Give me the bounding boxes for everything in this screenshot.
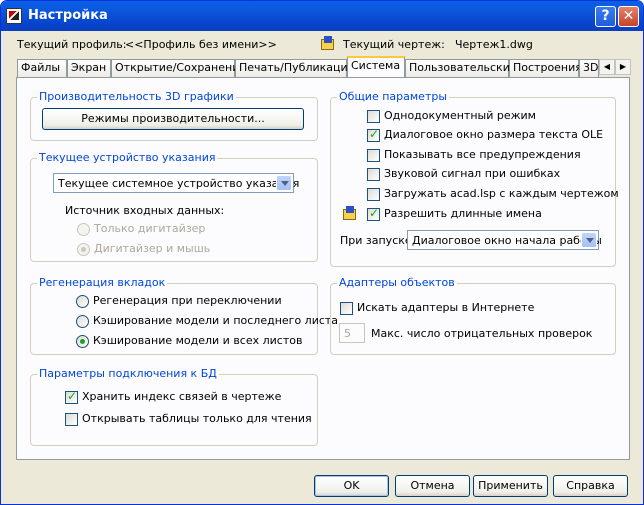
drawing-file-icon: [321, 36, 336, 51]
tab-scroll-left-icon[interactable]: ◀: [599, 59, 615, 75]
show-all-warnings-checkbox[interactable]: [367, 149, 380, 162]
load-acad-lsp-label: Загружать acad.lsp с каждым чертежом: [384, 187, 619, 200]
tab-open-save[interactable]: Открытие/Сохранение: [111, 59, 246, 77]
dialog-title: Настройка: [28, 8, 108, 23]
regen-on-switch-radio[interactable]: [76, 295, 89, 308]
ole-text-size-checkbox[interactable]: [367, 127, 380, 142]
tab-system[interactable]: Система: [347, 56, 405, 77]
startup-label: При запуске:: [340, 234, 416, 247]
ole-text-size-label: Диалоговое окно размера текста OLE: [384, 128, 604, 141]
input-source-label: Источник входных данных:: [65, 204, 225, 217]
single-document-checkbox[interactable]: [367, 110, 380, 123]
performance-settings-button[interactable]: Режимы производительности...: [42, 108, 304, 130]
tab-display[interactable]: Экран: [67, 59, 111, 77]
layout-regen-group-title: Регенерация вкладок: [37, 276, 168, 289]
title-bar[interactable]: Настройка ? ✕: [1, 1, 643, 31]
max-checks-label: Макс. число отрицательных проверок: [371, 327, 593, 340]
open-tables-readonly-checkbox[interactable]: [65, 413, 78, 426]
digitizer-only-radio[interactable]: [77, 223, 90, 236]
search-adapters-label: Искать адаптеры в Интернете: [357, 301, 535, 314]
show-all-warnings-label: Показывать все предупреждения: [384, 148, 581, 161]
object-adapters-group: Адаптеры объектов: [330, 276, 616, 355]
cache-model-all-layouts-label: Кэширование модели и всех листов: [93, 334, 303, 347]
help-button[interactable]: Справка: [553, 475, 628, 497]
current-drawing-label: Текущий чертеж:: [343, 38, 445, 51]
cache-model-last-layout-label: Кэширование модели и последнего листа: [93, 314, 339, 327]
chevron-down-icon[interactable]: [581, 232, 597, 248]
store-links-index-label: Хранить индекс связей в чертеже: [82, 390, 282, 403]
allow-long-names-label: Разрешить длинные имена: [384, 207, 542, 220]
current-profile-value: <<Профиль без имени>>: [125, 38, 277, 51]
ok-button[interactable]: OK: [314, 475, 389, 497]
cancel-button[interactable]: Отмена: [395, 475, 470, 497]
object-adapters-group-title: Адаптеры объектов: [337, 276, 457, 289]
digitizer-mouse-radio[interactable]: [77, 243, 90, 256]
load-acad-lsp-checkbox[interactable]: [367, 188, 380, 201]
pointing-device-group-title: Текущее устройство указания: [37, 151, 218, 164]
cache-model-last-layout-radio[interactable]: [76, 315, 89, 328]
pointing-device-value: Текущее системное устройство указания: [58, 177, 300, 190]
options-dialog: Настройка ? ✕ Текущий профиль: <<Профиль…: [0, 0, 644, 505]
tab-user-preferences[interactable]: Пользовательские: [405, 59, 517, 77]
cache-model-all-layouts-radio[interactable]: [76, 335, 89, 348]
current-profile-label: Текущий профиль:: [17, 38, 127, 51]
db-connect-group-title: Параметры подключения к БД: [37, 367, 219, 380]
db-connect-group: Параметры подключения к БД: [30, 367, 318, 446]
tab-files[interactable]: Файлы: [17, 59, 67, 77]
long-names-icon: [343, 206, 358, 221]
beep-on-error-label: Звуковой сигнал при ошибках: [384, 167, 561, 180]
digitizer-mouse-label: Дигитайзер и мышь: [94, 242, 211, 255]
tab-scroll-right-icon[interactable]: ▶: [615, 59, 631, 75]
tab-plot-publish[interactable]: Печать/Публикация: [235, 59, 354, 77]
tab-drafting[interactable]: Построения: [509, 59, 582, 77]
chevron-down-icon[interactable]: [276, 175, 292, 191]
regen-on-switch-label: Регенерация при переключении: [93, 294, 282, 307]
store-links-index-checkbox[interactable]: [65, 389, 78, 404]
apply-button[interactable]: Применить: [473, 475, 548, 497]
pointing-device-select[interactable]: Текущее системное устройство указания: [53, 173, 299, 193]
tab-3d[interactable]: 3D: [579, 59, 599, 77]
search-adapters-checkbox[interactable]: [340, 302, 353, 315]
allow-long-names-checkbox[interactable]: [367, 206, 380, 221]
beep-on-error-checkbox[interactable]: [367, 168, 380, 181]
perf3d-group-title: Производительность 3D графики: [37, 90, 236, 103]
startup-select[interactable]: Диалоговое окно начала работы: [407, 230, 602, 250]
max-checks-input[interactable]: 5: [339, 323, 365, 343]
autocad-app-icon: [6, 8, 22, 24]
close-button[interactable]: ✕: [618, 6, 639, 27]
single-document-label: Однодокументный режим: [384, 109, 536, 122]
startup-value: Диалоговое окно начала работы: [412, 234, 602, 247]
open-tables-readonly-label: Открывать таблицы только для чтения: [82, 412, 312, 425]
current-drawing-value: Чертеж1.dwg: [455, 38, 533, 51]
general-options-group-title: Общие параметры: [337, 90, 450, 103]
help-title-button[interactable]: ?: [595, 6, 616, 27]
digitizer-only-label: Только дигитайзер: [94, 222, 206, 235]
